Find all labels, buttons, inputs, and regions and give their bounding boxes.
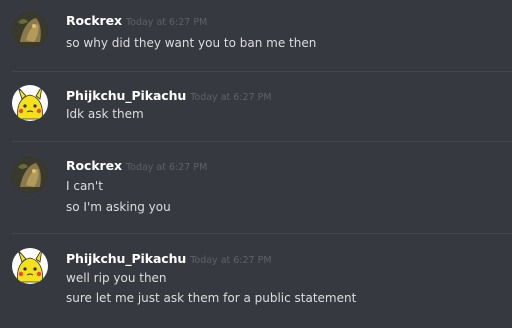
username[interactable]: Rockrex xyxy=(66,13,122,28)
message-text: so I'm asking you xyxy=(66,200,171,214)
username[interactable]: Phijkchu_Pikachu xyxy=(66,88,186,103)
message-text: I can't xyxy=(66,179,103,193)
rockrex-avatar-icon[interactable] xyxy=(12,12,48,48)
timestamp: Today at 6:27 PM xyxy=(125,17,208,28)
message-text: well rip you then xyxy=(66,271,167,285)
timestamp: Today at 6:27 PM xyxy=(190,255,272,266)
message-divider xyxy=(12,141,512,142)
username[interactable]: Phijkchu_Pikachu xyxy=(66,251,186,266)
timestamp: Today at 6:27 PM xyxy=(190,92,272,103)
rockrex-avatar-icon[interactable] xyxy=(12,157,48,193)
username[interactable]: Rockrex xyxy=(66,158,122,173)
pikachu-avatar-icon[interactable] xyxy=(12,85,48,121)
timestamp: Today at 6:27 PM xyxy=(125,162,208,173)
message-text: so why did they want you to ban me then xyxy=(66,36,317,50)
message-text: sure let me just ask them for a public s… xyxy=(66,291,357,305)
pikachu-avatar-icon[interactable] xyxy=(12,248,48,284)
message-text: Idk ask them xyxy=(66,107,144,121)
message-divider xyxy=(12,233,512,234)
chat-messages: Rockrex Today at 6:27 PM so why did they … xyxy=(0,0,512,328)
message-divider xyxy=(12,71,512,72)
